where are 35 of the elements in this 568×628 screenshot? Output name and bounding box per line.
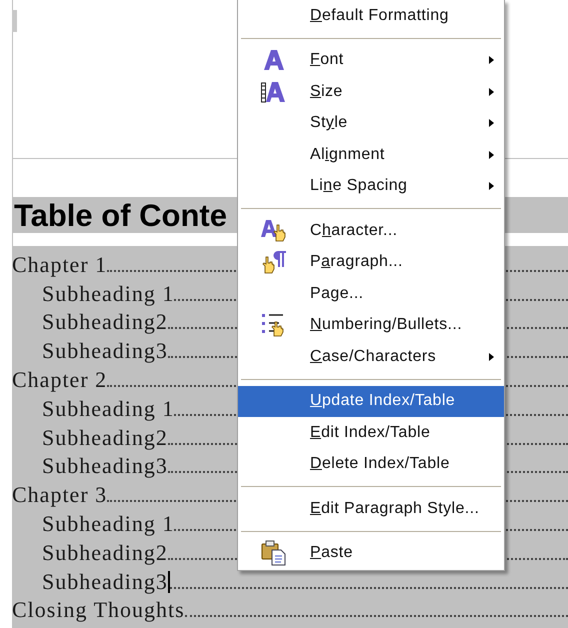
toc-heading: Table of Conte bbox=[13, 200, 227, 230]
letter-hand-icon bbox=[261, 218, 287, 243]
letter-size-icon bbox=[261, 80, 287, 103]
subheading-entry: Subheading 1 bbox=[42, 282, 174, 306]
chapter-entry: Chapter 2 bbox=[12, 368, 108, 392]
pilcrow-hand-icon bbox=[261, 250, 287, 274]
menu-item[interactable]: Page... bbox=[238, 278, 504, 310]
menu-item[interactable]: Style bbox=[238, 108, 504, 139]
menu-item[interactable]: Edit Index/Table bbox=[238, 417, 504, 448]
menu-item[interactable]: Line Spacing bbox=[238, 170, 504, 202]
subheading-entry: Subheading3 bbox=[42, 570, 168, 594]
chapter-entry: Closing Thoughts bbox=[12, 598, 185, 622]
menu-item[interactable]: Default Formatting bbox=[238, 0, 504, 32]
subheading-entry: Subheading 1 bbox=[42, 396, 174, 421]
subheading-entry: Subheading3 bbox=[42, 339, 168, 364]
subheading-entry: Subheading2 bbox=[42, 426, 168, 450]
menu-item[interactable]: Font bbox=[238, 44, 504, 76]
menu-item[interactable]: Numbering/Bullets... bbox=[238, 310, 504, 341]
menu-item[interactable]: Paste bbox=[238, 538, 504, 569]
subheading-entry: Subheading 1 bbox=[42, 512, 174, 536]
menu-item[interactable]: Delete Index/Table bbox=[238, 448, 504, 480]
letter-a-icon bbox=[264, 49, 284, 72]
subheading-entry: Subheading3 bbox=[42, 454, 168, 478]
menu-item[interactable]: Update Index/Table bbox=[238, 386, 504, 417]
clipboard-icon bbox=[261, 540, 287, 566]
menu-item[interactable]: Alignment bbox=[238, 139, 504, 170]
menu-item[interactable]: Edit Paragraph Style... bbox=[238, 493, 504, 524]
menu-item[interactable]: Paragraph... bbox=[238, 246, 504, 278]
subheading-entry: Subheading2 bbox=[42, 310, 168, 334]
chapter-entry: Chapter 3 bbox=[12, 483, 108, 508]
chapter-entry: Chapter 1 bbox=[12, 252, 108, 277]
menu-item[interactable]: Size bbox=[238, 76, 504, 108]
subheading-entry: Subheading2 bbox=[42, 540, 168, 565]
menu-item[interactable]: Character... bbox=[238, 215, 504, 246]
menu-item[interactable]: Case/Characters bbox=[238, 341, 504, 372]
